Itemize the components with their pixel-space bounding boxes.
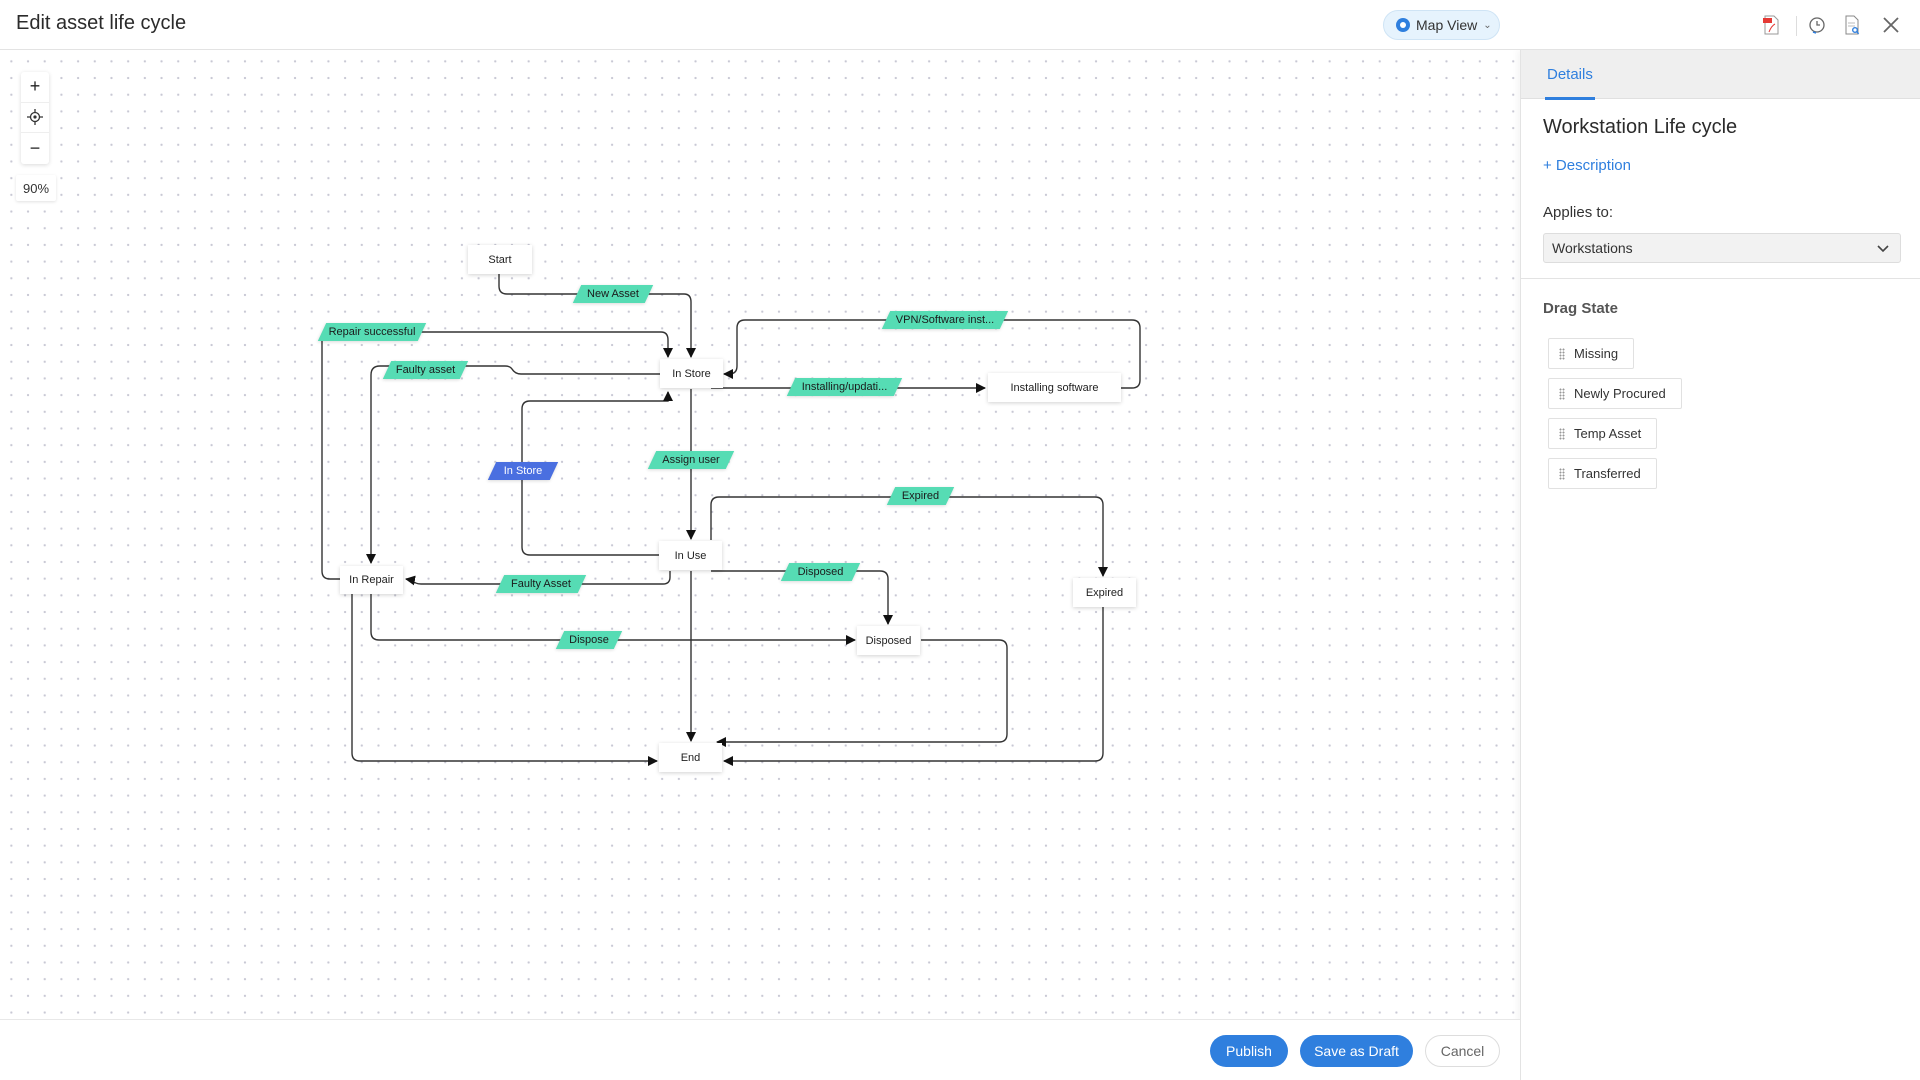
drag-state-chip[interactable]: Temp Asset — [1548, 418, 1658, 449]
applies-to-label: Applies to: — [1543, 204, 1614, 221]
history-icon[interactable] — [1804, 12, 1830, 38]
chevron-down-icon: ⌄ — [1483, 19, 1492, 31]
tab-details[interactable]: Details — [1545, 50, 1595, 100]
crosshair-icon — [27, 109, 43, 126]
eye-icon — [1396, 18, 1410, 32]
view-selector-dropdown[interactable]: Map View ⌄ — [1383, 10, 1500, 40]
drag-state-chip[interactable]: Newly Procured — [1548, 378, 1682, 409]
zoom-out-button[interactable]: − — [21, 133, 49, 164]
state-node-disposed[interactable]: Disposed — [857, 626, 920, 655]
drag-handle-icon — [1559, 427, 1565, 440]
publish-button[interactable]: Publish — [1210, 1035, 1288, 1067]
zoom-controls: + − — [21, 72, 49, 164]
panel-tabs: Details — [1521, 50, 1920, 100]
edge-repair-successful — [321, 331, 673, 580]
transition-label-repair-successful[interactable]: Repair successful — [317, 323, 427, 341]
workflow-canvas[interactable]: Start In Store Installing software In Us… — [0, 50, 1520, 1019]
transition-label-disposed[interactable]: Disposed — [780, 563, 861, 581]
close-icon[interactable] — [1878, 12, 1904, 38]
state-node-in-use[interactable]: In Use — [659, 541, 722, 570]
drag-handle-icon — [1559, 387, 1565, 400]
drag-state-chip[interactable]: Missing — [1548, 338, 1635, 369]
transition-label-assign-user[interactable]: Assign user — [647, 451, 735, 469]
lifecycle-title: Workstation Life cycle — [1543, 116, 1738, 138]
zoom-level: 90% — [16, 175, 56, 201]
edge-expired — [710, 496, 1108, 577]
drag-state-heading: Drag State — [1543, 300, 1619, 317]
transition-label-new-asset[interactable]: New Asset — [572, 285, 654, 303]
edge-disposed-end — [716, 639, 1008, 747]
state-node-end[interactable]: End — [659, 743, 722, 772]
state-node-expired[interactable]: Expired — [1073, 578, 1136, 607]
minus-icon: − — [29, 137, 41, 158]
applies-to-select[interactable]: Workstations — [1543, 233, 1901, 263]
chevron-down-icon — [1877, 245, 1889, 253]
state-node-in-store[interactable]: In Store — [660, 359, 723, 388]
transition-connectors — [321, 274, 1141, 766]
transition-label-dispose[interactable]: Dispose — [555, 631, 623, 649]
header: Edit asset life cycle Map View ⌄ — [0, 0, 1920, 50]
state-node-start[interactable]: Start — [468, 245, 532, 274]
document-search-icon[interactable] — [1839, 12, 1865, 38]
transition-label-faulty-asset-use[interactable]: Faulty Asset — [495, 575, 587, 593]
drag-handle-icon — [1559, 467, 1565, 480]
cancel-button[interactable]: Cancel — [1425, 1035, 1500, 1067]
save-draft-button[interactable]: Save as Draft — [1300, 1035, 1413, 1067]
plus-icon: + — [29, 76, 41, 97]
page-title: Edit asset life cycle — [16, 12, 187, 34]
section-divider — [1521, 278, 1920, 279]
transition-label-in-store[interactable]: In Store — [487, 462, 559, 480]
applies-to-value: Workstations — [1552, 240, 1633, 256]
transition-label-installing-updating[interactable]: Installing/updati... — [786, 378, 903, 396]
details-panel: Details Workstation Life cycle + Descrip… — [1520, 50, 1920, 1080]
drag-handle-icon — [1559, 347, 1565, 360]
drag-state-chip[interactable]: Transferred — [1548, 458, 1657, 489]
view-selector-label: Map View — [1416, 17, 1478, 33]
transition-label-expired[interactable]: Expired — [886, 487, 955, 505]
edge-in-repair-end — [351, 594, 658, 766]
zoom-in-button[interactable]: + — [21, 72, 49, 103]
state-node-installing-software[interactable]: Installing software — [988, 373, 1121, 402]
transition-label-vpn-software[interactable]: VPN/Software inst... — [881, 311, 1009, 329]
header-divider — [1796, 16, 1797, 36]
state-node-in-repair[interactable]: In Repair — [340, 566, 403, 594]
footer-actions: Publish Save as Draft Cancel — [0, 1019, 1520, 1080]
recenter-button[interactable] — [21, 103, 49, 134]
transition-label-faulty-asset[interactable]: Faulty asset — [382, 361, 469, 379]
pdf-export-icon[interactable] — [1758, 12, 1784, 38]
add-description-link[interactable]: + Description — [1543, 157, 1631, 174]
